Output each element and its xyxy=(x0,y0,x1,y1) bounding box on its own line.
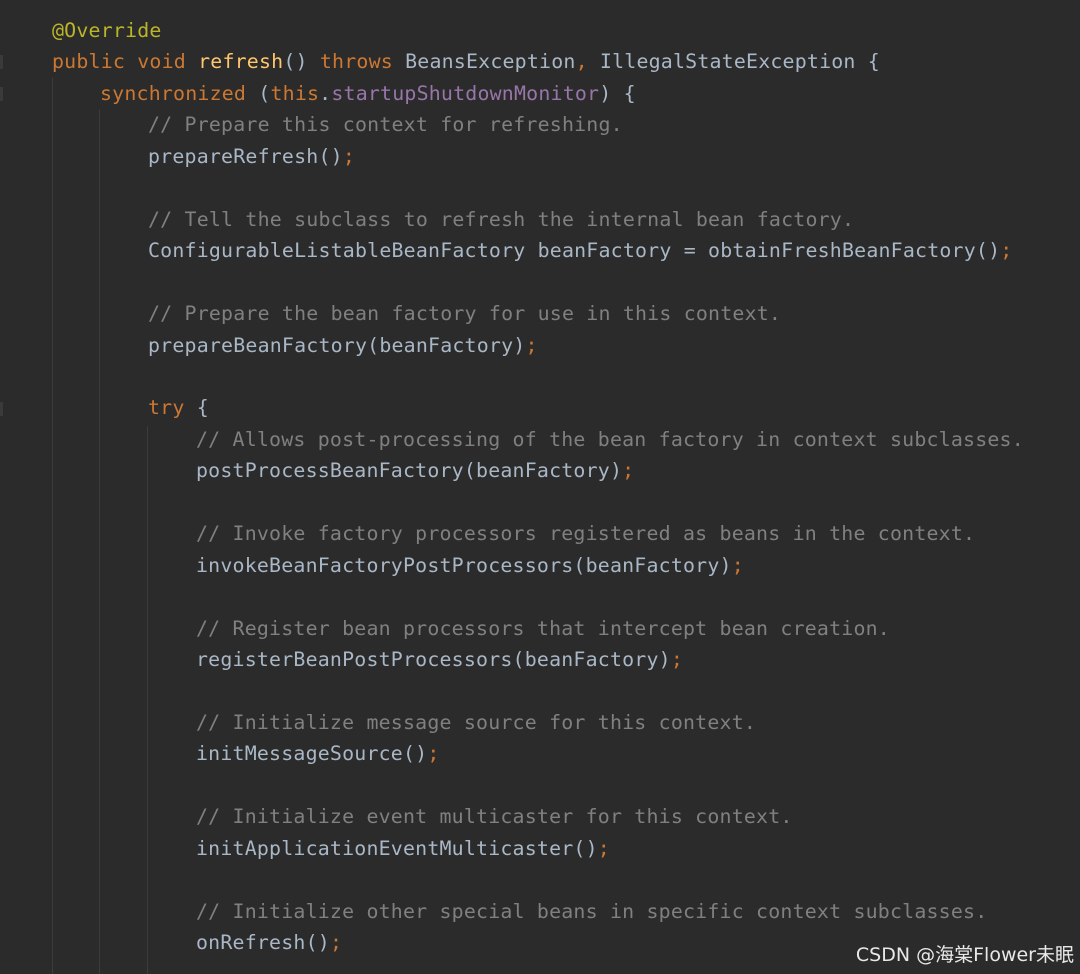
code-token-plain: onRefresh() xyxy=(196,931,330,955)
code-token-keyword: synchronized xyxy=(100,81,259,105)
code-token-plain: prepareRefresh() xyxy=(148,144,343,168)
code-token-punct: ; xyxy=(342,144,355,168)
code-line[interactable]: // Prepare the bean factory for use in t… xyxy=(148,298,781,329)
code-token-plain: ( xyxy=(258,81,271,105)
code-line[interactable]: postProcessBeanFactory(beanFactory); xyxy=(196,455,634,486)
indent-guide xyxy=(147,426,148,974)
code-token-comment: // Prepare this context for refreshing. xyxy=(148,113,623,137)
code-token-keyword: public void xyxy=(52,50,199,74)
code-token-punct: ; xyxy=(1000,239,1013,263)
code-token-punct: ; xyxy=(427,742,440,766)
code-token-comment: // Tell the subclass to refresh the inte… xyxy=(148,207,855,231)
code-line[interactable]: // Invoke factory processors registered … xyxy=(196,518,975,549)
code-line[interactable]: invokeBeanFactoryPostProcessors(beanFact… xyxy=(196,550,744,581)
code-token-plain: . xyxy=(319,81,332,105)
fold-marker[interactable] xyxy=(0,55,3,69)
code-line[interactable]: // Tell the subclass to refresh the inte… xyxy=(148,204,854,235)
code-token-comment: // Initialize event multicaster for this… xyxy=(196,805,793,829)
code-token-punct: ; xyxy=(670,648,684,671)
code-line[interactable]: // Initialize other special beans in spe… xyxy=(196,896,987,927)
code-token-comment: // Allows post-processing of the bean fa… xyxy=(196,427,1024,451)
code-token-plain: { xyxy=(196,396,209,420)
code-line[interactable]: ConfigurableListableBeanFactory beanFact… xyxy=(148,235,1012,266)
code-line[interactable]: // Register bean processors that interce… xyxy=(196,613,890,644)
code-token-plain: initApplicationEventMulticaster() xyxy=(196,836,598,860)
code-editor[interactable]: @Override public void refresh() throws Be… xyxy=(0,0,1080,974)
code-line[interactable]: try { xyxy=(148,392,209,423)
code-line[interactable]: registerBeanPostProcessors(beanFactory); xyxy=(196,644,683,675)
code-token-punct: ; xyxy=(525,333,538,357)
code-token-keyword: throws xyxy=(319,50,406,74)
indent-guide xyxy=(52,78,53,974)
watermark-text: CSDN @海棠Flower未眠 xyxy=(855,944,1074,966)
code-token-plain: IllegalStateException { xyxy=(599,50,880,74)
code-token-plain: invokeBeanFactoryPostProcessors(beanFact… xyxy=(196,553,732,577)
code-token-plain: prepareBeanFactory(beanFactory) xyxy=(148,333,526,357)
code-line[interactable]: initMessageSource(); xyxy=(196,738,440,769)
code-token-punct: ; xyxy=(622,459,635,483)
code-token-keyword: try xyxy=(148,396,197,420)
code-token-comment: // Prepare the bean factory for use in t… xyxy=(148,302,782,326)
code-token-comment: // Initialize other special beans in spe… xyxy=(196,899,988,923)
editor-gutter[interactable] xyxy=(0,0,22,974)
code-token-punct: ; xyxy=(731,553,744,577)
fold-marker[interactable] xyxy=(0,402,3,416)
code-token-annotation: @Override xyxy=(52,19,162,42)
code-line[interactable]: initApplicationEventMulticaster(); xyxy=(196,833,610,864)
code-token-plain: ) { xyxy=(599,81,636,105)
code-token-keyword: this xyxy=(270,81,320,105)
code-line[interactable]: // Initialize message source for this co… xyxy=(196,707,756,738)
fold-marker[interactable] xyxy=(0,87,3,101)
code-token-plain: BeansException xyxy=(405,50,576,74)
code-token-plain: ConfigurableListableBeanFactory beanFact… xyxy=(148,239,1001,263)
code-line[interactable]: synchronized (this.startupShutdownMonito… xyxy=(100,78,636,109)
code-token-plain: initMessageSource() xyxy=(196,742,428,766)
code-line[interactable]: // Prepare this context for refreshing. xyxy=(148,109,623,140)
code-line[interactable]: prepareRefresh(); xyxy=(148,141,355,172)
code-token-field: startupShutdownMonitor xyxy=(331,81,600,105)
code-token-comment: // Initialize message source for this co… xyxy=(196,710,757,734)
code-line[interactable]: @Override xyxy=(52,15,162,46)
code-line[interactable]: prepareBeanFactory(beanFactory); xyxy=(148,330,538,361)
code-line[interactable]: onRefresh(); xyxy=(196,927,342,958)
code-token-punct: , xyxy=(575,50,600,74)
code-token-method: refresh xyxy=(198,50,284,74)
code-line[interactable]: // Initialize event multicaster for this… xyxy=(196,801,793,832)
code-line[interactable]: // Allows post-processing of the bean fa… xyxy=(196,424,1024,455)
indent-guide xyxy=(99,110,100,974)
code-token-plain: registerBeanPostProcessors(beanFactory) xyxy=(196,648,671,671)
code-line[interactable]: public void refresh() throws BeansExcept… xyxy=(52,46,880,77)
code-token-plain: () xyxy=(283,50,320,74)
code-token-plain: postProcessBeanFactory(beanFactory) xyxy=(196,459,623,483)
code-token-punct: ; xyxy=(597,836,610,860)
code-token-comment: // Invoke factory processors registered … xyxy=(196,522,976,546)
code-token-comment: // Register bean processors that interce… xyxy=(196,616,890,640)
code-token-punct: ; xyxy=(329,931,343,955)
